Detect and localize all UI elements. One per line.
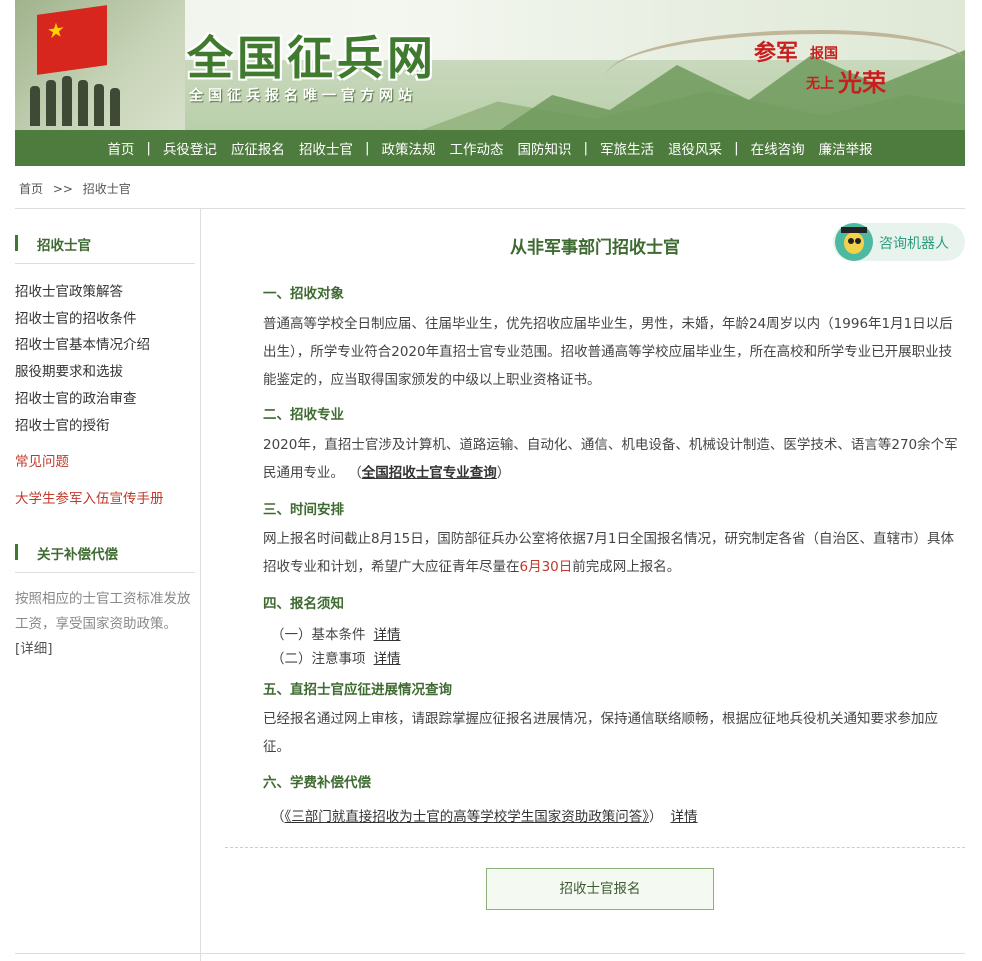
section-text-target: 普通高等学校全日制应届、往届毕业生，优先招收应届毕业生，男性，未婚，年龄24周岁…	[263, 310, 963, 394]
nav-online-consult[interactable]: 在线咨询	[744, 138, 812, 158]
sidebar-section-title: 关于补偿代偿	[37, 547, 118, 563]
notice-basic-conditions: （一）基本条件 详情	[271, 623, 401, 643]
sidebar-link-conditions[interactable]: 招收士官的招收条件	[15, 307, 137, 327]
paragraph-text: 普通高等学校全日制应届、往届毕业生，优先招收应届毕业生，男性，未婚，年龄24周岁…	[263, 316, 953, 388]
section-heading-majors: 二、招收专业	[263, 407, 344, 423]
paragraph-text: 已经报名通过网上审核，请跟踪掌握应征报名进展情况，保持通信联络顺畅，根据应征地兵…	[263, 711, 938, 755]
nav-policies[interactable]: 政策法规	[375, 138, 443, 158]
notice-item-label: （二）注意事项	[271, 651, 366, 667]
paren-close: ）	[649, 809, 663, 825]
progress-query-link[interactable]: 五、直招士官应征进展情况查询	[263, 678, 452, 698]
tuition-policy-row: （《三部门就直接招收为士官的高等学校学生国家资助政策问答》） 详情	[271, 805, 698, 825]
breadcrumb-separator: >>	[52, 182, 73, 196]
soldiers-image	[20, 70, 130, 126]
site-logo-title[interactable]: 全国征兵网	[187, 22, 437, 88]
sidebar-compensation-desc: 按照相应的士官工资标准发放工资，享受国家资助政策。 [详细]	[15, 587, 193, 662]
paren-open: （	[348, 465, 362, 481]
footer-divider	[15, 953, 965, 954]
content-divider	[225, 847, 965, 848]
notice-item-label: （一）基本条件	[271, 627, 366, 643]
compensation-text: 按照相应的士官工资标准发放工资，享受国家资助政策。	[15, 591, 191, 632]
compensation-detail-link[interactable]: [详细]	[15, 641, 53, 657]
nco-apply-button[interactable]: 招收士官报名	[486, 868, 714, 910]
sidebar-divider	[15, 572, 195, 573]
paren-close: ）	[496, 465, 511, 481]
sidebar-section-title: 招收士官	[37, 238, 91, 254]
section-heading-schedule: 三、时间安排	[263, 502, 344, 518]
paren-open: （	[271, 809, 285, 825]
slogan-part-2: 报国	[810, 46, 838, 62]
nav-military-life[interactable]: 军旅生活	[593, 138, 661, 158]
national-flag-icon: ★	[37, 5, 107, 75]
section-heading-notice: 四、报名须知	[263, 596, 344, 612]
section-text-progress: 已经报名通过网上审核，请跟踪掌握应征报名进展情况，保持通信联络顺畅，根据应征地兵…	[263, 705, 963, 761]
sidebar-section-nco: 招收士官	[15, 229, 195, 259]
section-marker	[15, 544, 18, 560]
nav-integrity-report[interactable]: 廉洁举报	[812, 138, 880, 158]
slogan-part-3: 无上	[806, 76, 834, 92]
section-heading-tuition: 六、学费补偿代偿	[263, 775, 371, 791]
notice-precautions: （二）注意事项 详情	[271, 647, 401, 667]
main-nav: 首页 | 兵役登记 应征报名 招收士官 | 政策法规 工作动态 国防知识 | 军…	[15, 130, 965, 166]
nav-home[interactable]: 首页	[100, 138, 141, 158]
robot-avatar-icon	[835, 223, 873, 261]
slogan-graphic: 参军 报国 无上 光荣	[750, 35, 900, 105]
tuition-policy-link[interactable]: 《三部门就直接招收为士官的高等学校学生国家资助政策问答》	[285, 809, 650, 825]
page: ★ 全国征兵网 全国征兵报名唯一官方网站 参军 报国 无上 光荣 首页 | 兵役…	[15, 0, 965, 961]
sidebar-link-political-review[interactable]: 招收士官的政治审查	[15, 387, 137, 407]
deadline-date: 6月30日	[519, 559, 573, 575]
nav-work-news[interactable]: 工作动态	[443, 138, 511, 158]
sidebar-link-service-term[interactable]: 服役期要求和选拔	[15, 360, 123, 380]
nav-separator: |	[583, 140, 589, 156]
header-banner: ★ 全国征兵网 全国征兵报名唯一官方网站 参军 报国 无上 光荣	[15, 0, 965, 130]
breadcrumb: 首页 >> 招收士官	[19, 180, 137, 197]
section-text-schedule: 网上报名时间截止8月15日，国防部征兵办公室将依据7月1日全国报名情况，研究制定…	[263, 525, 963, 581]
breadcrumb-home[interactable]: 首页	[19, 182, 43, 196]
paragraph-text: 前完成网上报名。	[572, 559, 681, 575]
precautions-detail-link[interactable]: 详情	[374, 651, 401, 667]
nav-separator: |	[734, 140, 739, 156]
nav-defense-knowledge[interactable]: 国防知识	[511, 138, 579, 158]
sidebar-divider	[15, 263, 195, 264]
sidebar-section-compensation: 关于补偿代偿	[15, 538, 195, 568]
nav-military-registration[interactable]: 兵役登记	[156, 138, 224, 158]
basic-conditions-detail-link[interactable]: 详情	[374, 627, 401, 643]
slogan-part-4: 光荣	[838, 68, 886, 97]
nav-enlistment-signup[interactable]: 应征报名	[224, 138, 292, 158]
breadcrumb-current: 招收士官	[82, 182, 131, 196]
nav-veterans[interactable]: 退役风采	[661, 138, 729, 158]
tuition-detail-link[interactable]: 详情	[671, 809, 698, 825]
sidebar-link-policy-faq[interactable]: 招收士官政策解答	[15, 280, 123, 300]
major-query-link[interactable]: 全国招收士官专业查询	[362, 465, 497, 481]
nav-separator: |	[364, 140, 370, 156]
sidebar-link-basic-info[interactable]: 招收士官基本情况介绍	[15, 333, 150, 353]
robot-label: 咨询机器人	[879, 236, 949, 252]
nav-nco-recruitment[interactable]: 招收士官	[292, 138, 360, 158]
section-marker	[15, 235, 18, 251]
main-content: 从非军事部门招收士官 咨询机器人 一、招收对象 普通高等学校全日制应届、往届毕业…	[225, 209, 965, 961]
nav-separator: |	[146, 140, 151, 156]
site-subtitle: 全国征兵报名唯一官方网站	[189, 88, 417, 104]
sidebar-link-faq[interactable]: 常见问题	[15, 450, 69, 470]
section-heading-target: 一、招收对象	[263, 286, 344, 302]
section-text-majors: 2020年，直招士官涉及计算机、道路运输、自动化、通信、机电设备、机械设计制造、…	[263, 431, 963, 487]
slogan-part-1: 参军	[754, 40, 799, 66]
consult-robot-button[interactable]: 咨询机器人	[833, 223, 965, 261]
sidebar-link-handbook[interactable]: 大学生参军入伍宣传手册	[15, 487, 164, 507]
sidebar: 招收士官 招收士官政策解答 招收士官的招收条件 招收士官基本情况介绍 服役期要求…	[15, 209, 201, 961]
sidebar-link-rank-conferral[interactable]: 招收士官的授衔	[15, 414, 110, 434]
